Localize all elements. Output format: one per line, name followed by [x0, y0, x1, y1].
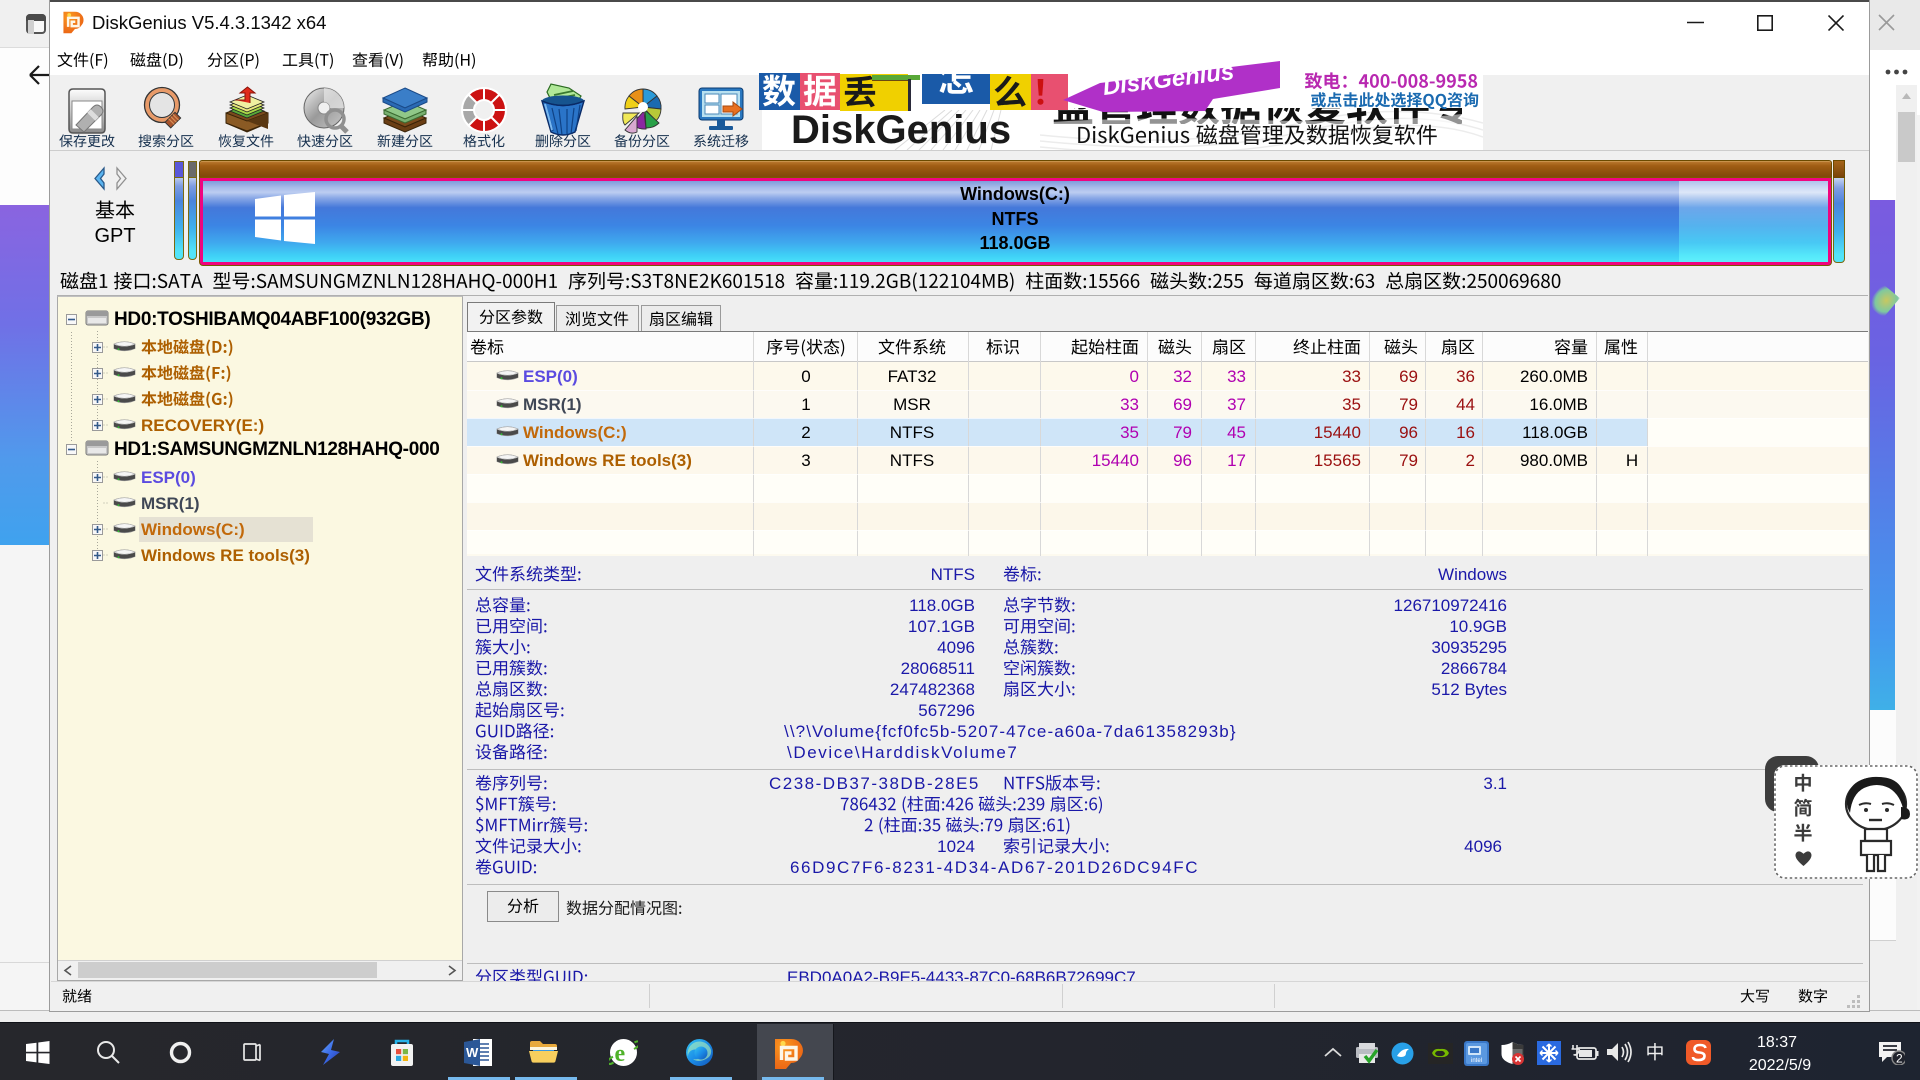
svg-text:e: e [615, 1041, 626, 1067]
svg-text:2: 2 [1896, 1052, 1903, 1066]
svg-text:W: W [466, 1045, 479, 1060]
svg-text:intel: intel [1471, 1058, 1482, 1064]
